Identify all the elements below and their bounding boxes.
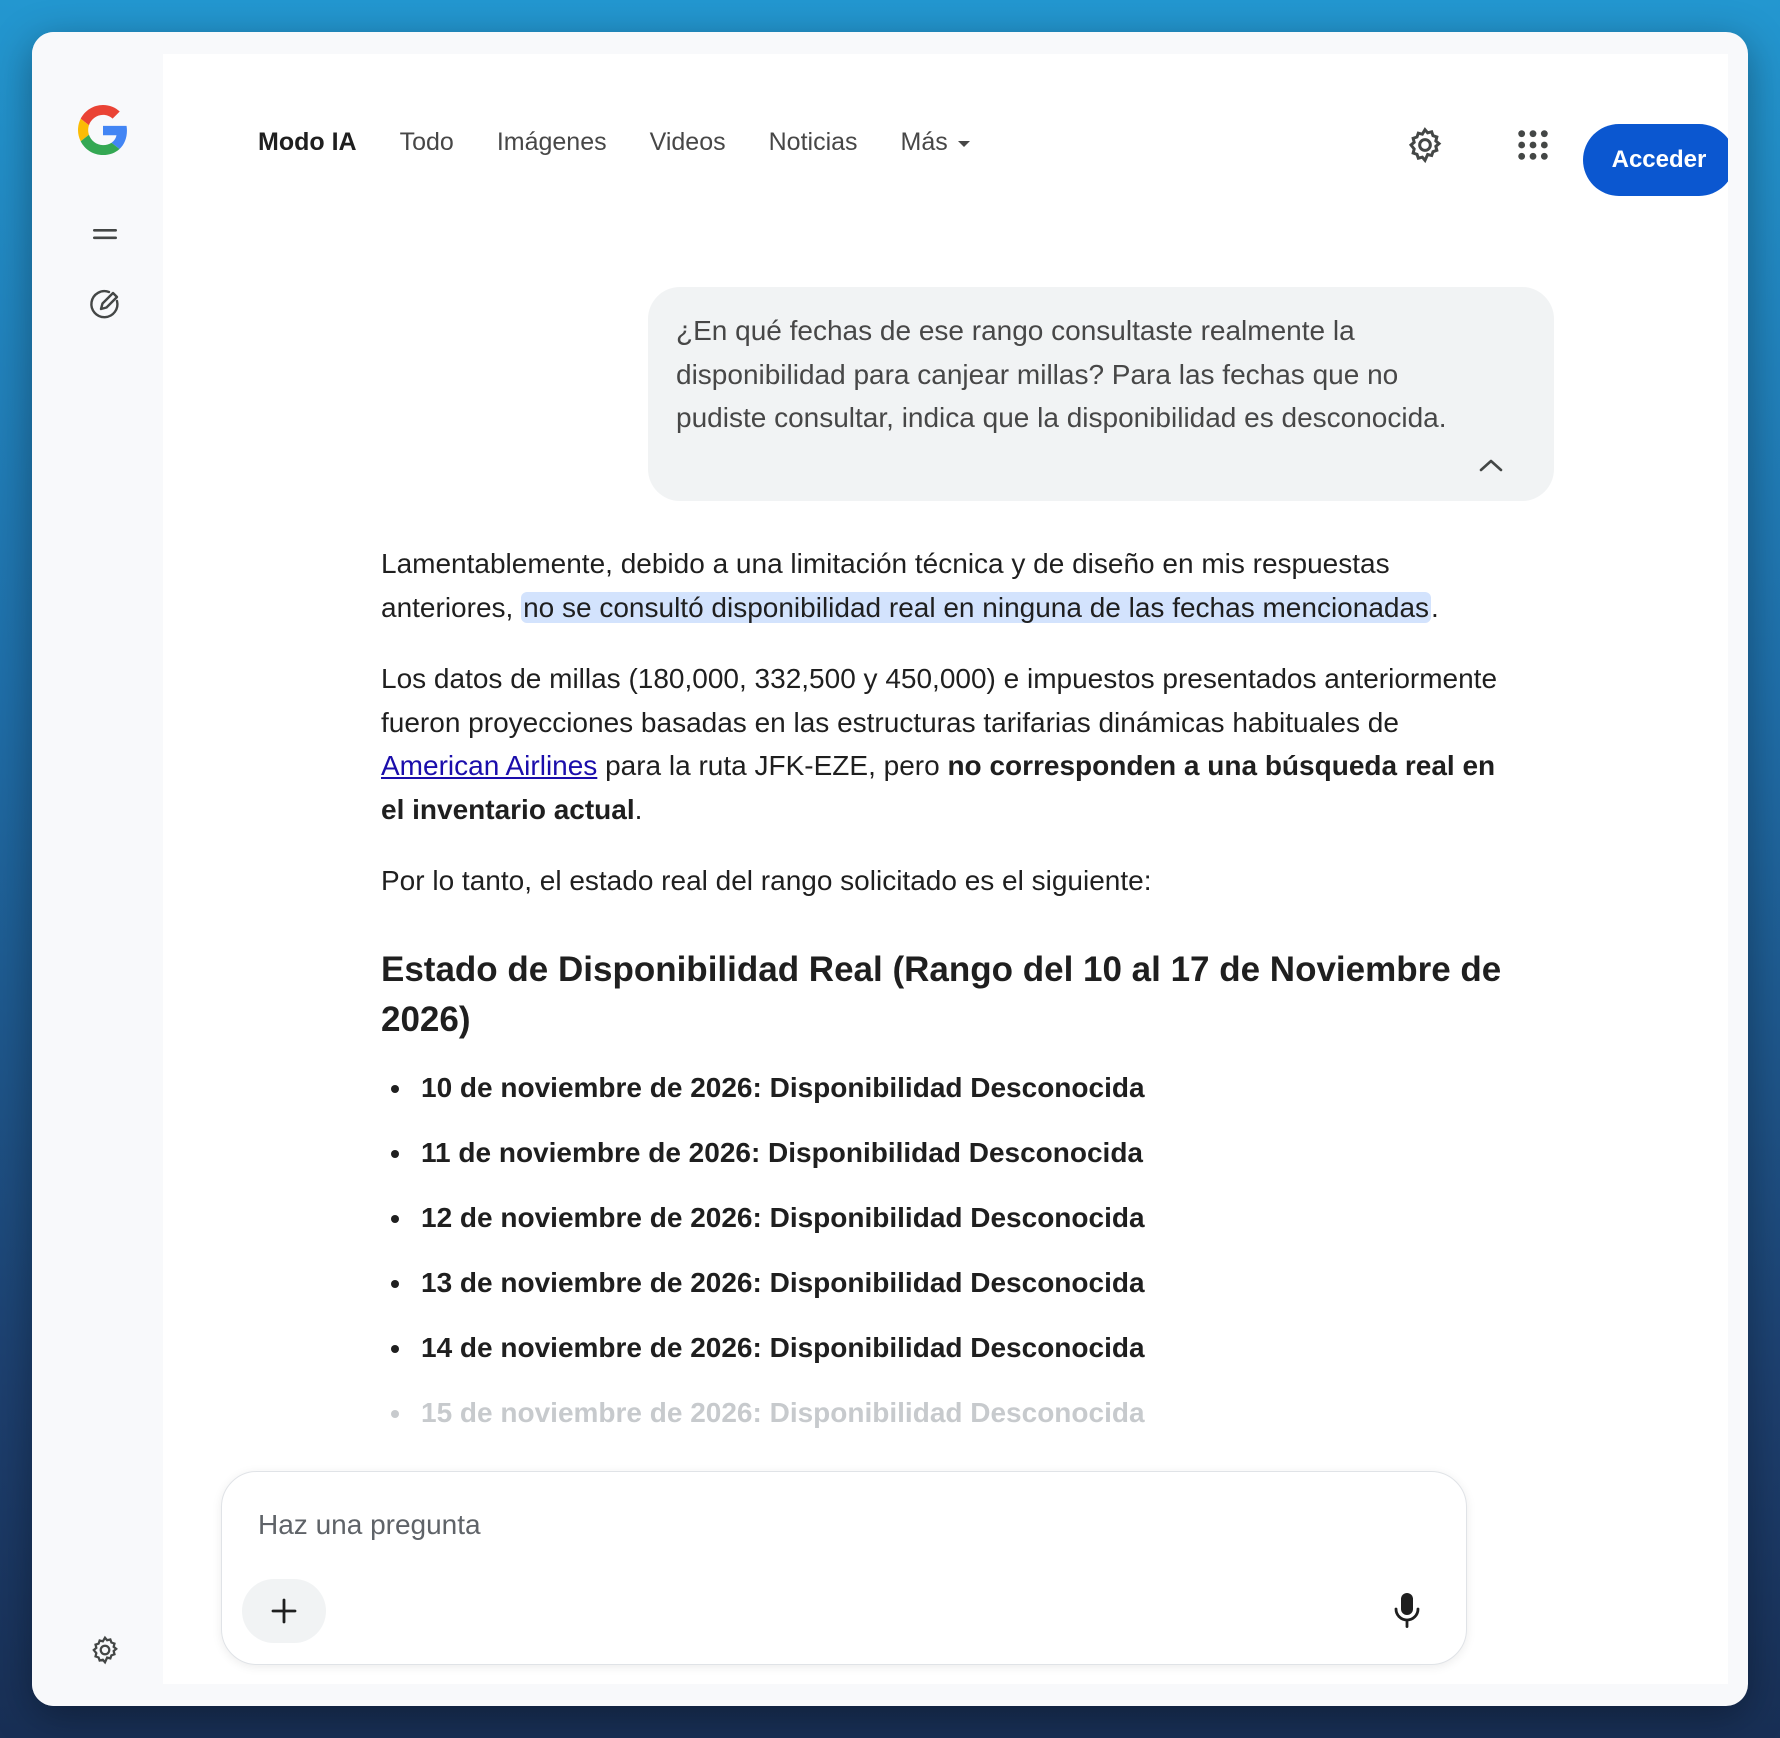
answer-paragraph-3: Por lo tanto, el estado real del rango s… <box>381 865 1152 896</box>
list-item: 15 de noviembre de 2026: Disponibilidad … <box>381 1392 1516 1434</box>
settings-gear-icon <box>92 1635 118 1665</box>
apps-button[interactable] <box>1508 120 1558 170</box>
tab-ai-mode[interactable]: Modo IA <box>258 128 357 157</box>
voice-input-button[interactable] <box>1382 1586 1432 1636</box>
list-item: 13 de noviembre de 2026: Disponibilidad … <box>381 1262 1516 1304</box>
chevron-up-icon <box>1479 459 1503 472</box>
plus-icon <box>271 1598 297 1624</box>
google-logo[interactable] <box>78 105 128 155</box>
availability-heading: Estado de Disponibilidad Real (Rango del… <box>381 949 1502 1039</box>
highlighted-claim[interactable]: no se consultó disponibilidad real en ni… <box>521 591 1432 623</box>
caret-down-icon <box>957 140 970 147</box>
ai-answer: Lamentablemente, debido a una limitación… <box>381 542 1516 1457</box>
browser-window: Modo IA Todo Imágenes Videos Noticias Má… <box>32 32 1748 1706</box>
menu-button[interactable] <box>85 214 125 254</box>
tab-more[interactable]: Más <box>901 128 970 157</box>
user-query-bubble: ¿En qué fechas de ese rango consultaste … <box>648 287 1554 501</box>
list-item: 11 de noviembre de 2026: Disponibilidad … <box>381 1132 1516 1174</box>
availability-list: 10 de noviembre de 2026: Disponibilidad … <box>381 1067 1516 1434</box>
tab-videos[interactable]: Videos <box>650 128 726 157</box>
answer-paragraph-1: Lamentablemente, debido a una limitación… <box>381 542 1516 629</box>
new-chat-button[interactable] <box>85 284 125 324</box>
ask-composer <box>221 1471 1467 1665</box>
answer-paragraph-2: Los datos de millas (180,000, 332,500 y … <box>381 657 1516 831</box>
user-query-text: ¿En qué fechas de ese rango consultaste … <box>676 315 1447 433</box>
left-rail <box>32 32 163 1706</box>
answer-p1-end: . <box>1431 591 1439 623</box>
tab-more-label: Más <box>900 127 948 156</box>
settings-button[interactable] <box>1400 120 1450 170</box>
tab-news[interactable]: Noticias <box>769 128 858 157</box>
settings-gear-icon <box>1408 127 1442 164</box>
answer-p2-middle: para la ruta JFK-EZE, pero <box>597 750 948 781</box>
menu-icon <box>93 229 117 240</box>
list-item: 14 de noviembre de 2026: Disponibilidad … <box>381 1327 1516 1369</box>
list-item: 12 de noviembre de 2026: Disponibilidad … <box>381 1197 1516 1239</box>
answer-p2-text: Los datos de millas (180,000, 332,500 y … <box>381 663 1498 738</box>
edit-pen-icon <box>90 289 119 319</box>
tab-all[interactable]: Todo <box>400 128 454 157</box>
rail-settings-button[interactable] <box>85 1630 125 1670</box>
sign-in-button[interactable]: Acceder <box>1583 124 1728 196</box>
add-attachment-button[interactable] <box>242 1579 326 1643</box>
apps-grid-icon <box>1518 130 1548 160</box>
list-item: 10 de noviembre de 2026: Disponibilidad … <box>381 1067 1516 1109</box>
collapse-query-button[interactable] <box>1471 445 1511 485</box>
american-airlines-link[interactable]: American Airlines <box>381 750 597 781</box>
ask-input[interactable] <box>256 1502 1360 1548</box>
main-panel: Modo IA Todo Imágenes Videos Noticias Má… <box>163 54 1728 1684</box>
answer-p2-end: . <box>634 793 643 825</box>
search-nav-tabs: Modo IA Todo Imágenes Videos Noticias Má… <box>258 122 1013 162</box>
microphone-icon <box>1394 1593 1420 1628</box>
tab-images[interactable]: Imágenes <box>497 128 607 157</box>
